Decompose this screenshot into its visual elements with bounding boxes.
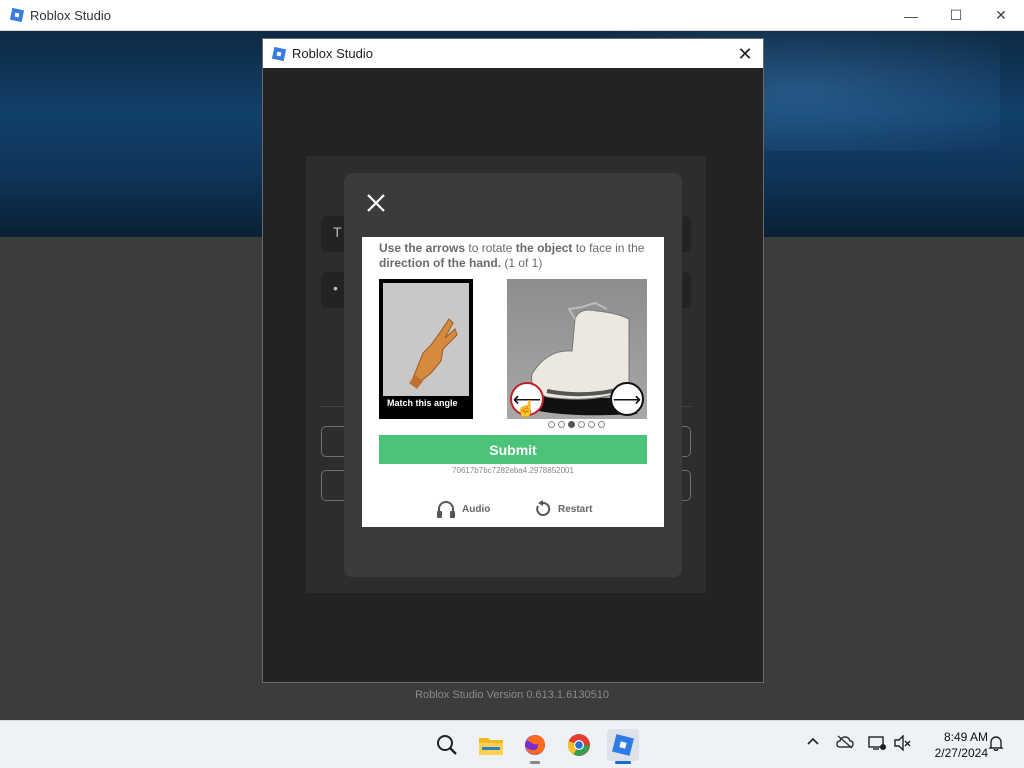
audio-button[interactable]: Audio [436,500,490,518]
file-explorer-taskbar-button[interactable] [475,729,507,761]
session-id-text: 70617b7bc7282eba4.2978852001 [452,466,574,475]
headphones-icon [437,501,455,518]
taskbar: 8:49 AM 2/27/2024 [0,720,1024,768]
chrome-icon [567,734,590,756]
instructions-bold-1: Use the arrows [379,241,466,255]
folder-icon [479,738,503,755]
close-icon: ✕ [737,43,753,64]
progress-dots [548,421,605,428]
instructions-bold-3: direction of the hand. [379,256,501,270]
dialog-titlebar: Roblox Studio ✕ [263,39,763,68]
restart-label: Restart [558,503,593,515]
instructions-text-1: to rotate [465,241,516,255]
clock-date: 2/27/2024 [934,746,988,760]
roblox-studio-logo-icon [272,47,286,61]
dialog-close-button[interactable]: ✕ [733,42,757,66]
volume-tray-button[interactable] [894,734,912,754]
close-window-button[interactable]: ✕ [978,0,1024,31]
firefox-icon [525,735,545,755]
audio-label: Audio [462,503,491,515]
notifications-button[interactable] [988,735,1004,754]
progress-dot [558,421,565,428]
running-indicator [530,761,540,764]
mouse-cursor-icon: ☝ [516,401,536,418]
close-icon [367,194,385,212]
reference-hand-card: Match this angle [379,279,473,419]
speaker-muted-icon [894,734,911,752]
outer-window-title: Roblox Studio [30,8,111,23]
close-icon: ✕ [995,7,1007,23]
cloud-offline-icon [836,735,854,749]
network-tray-button[interactable] [868,735,886,754]
arrow-right-icon: ⟶ [612,388,642,411]
hand-image [383,283,469,396]
instructions-text-2: to face in the [572,241,645,255]
maximize-button[interactable]: ☐ [933,0,979,31]
password-field-text: • [333,280,338,296]
hand-icon [409,318,458,389]
search-icon [437,735,457,755]
version-text: Roblox Studio Version 0.613.1.6130510 [415,689,609,701]
roblox-studio-icon [612,734,634,756]
instructions-bold-2: the object [515,241,573,255]
submit-button[interactable]: Submit [379,435,647,464]
minimize-icon: — [904,7,918,24]
progress-dot [598,421,605,428]
instructions-text-3: (1 of 1) [501,256,543,270]
hand-card-label: Match this angle [387,398,458,408]
active-indicator [615,761,631,764]
username-field-text: T [333,224,342,240]
progress-dot [588,421,595,428]
search-taskbar-button[interactable] [431,729,463,761]
maximize-icon: ☐ [949,7,963,23]
minimize-button[interactable]: — [888,0,934,31]
system-clock[interactable]: 8:49 AM 2/27/2024 [918,729,988,761]
restart-icon [536,500,551,516]
network-icon [868,736,886,750]
captcha-close-button[interactable] [364,193,388,217]
show-hidden-icons-button[interactable] [806,735,820,752]
progress-dot-active [568,421,575,428]
roblox-studio-logo-icon [10,8,24,22]
onedrive-tray-button[interactable] [836,735,854,752]
chrome-taskbar-button[interactable] [563,729,595,761]
rotate-right-button[interactable]: ⟶ [610,382,644,416]
outer-titlebar: Roblox Studio — ☐ ✕ [0,0,1024,31]
captcha-instructions: Use the arrows to rotate the object to f… [379,241,649,271]
roblox-studio-taskbar-button[interactable] [607,729,639,764]
captcha-challenge: Use the arrows to rotate the object to f… [362,237,664,527]
dialog-title: Roblox Studio [292,46,373,61]
restart-button[interactable]: Restart [534,500,592,518]
chevron-up-icon [807,737,819,745]
firefox-taskbar-button[interactable] [519,729,551,764]
progress-dot [548,421,555,428]
clock-time: 8:49 AM [943,730,988,744]
progress-dot [578,421,585,428]
bell-icon [988,736,1004,752]
